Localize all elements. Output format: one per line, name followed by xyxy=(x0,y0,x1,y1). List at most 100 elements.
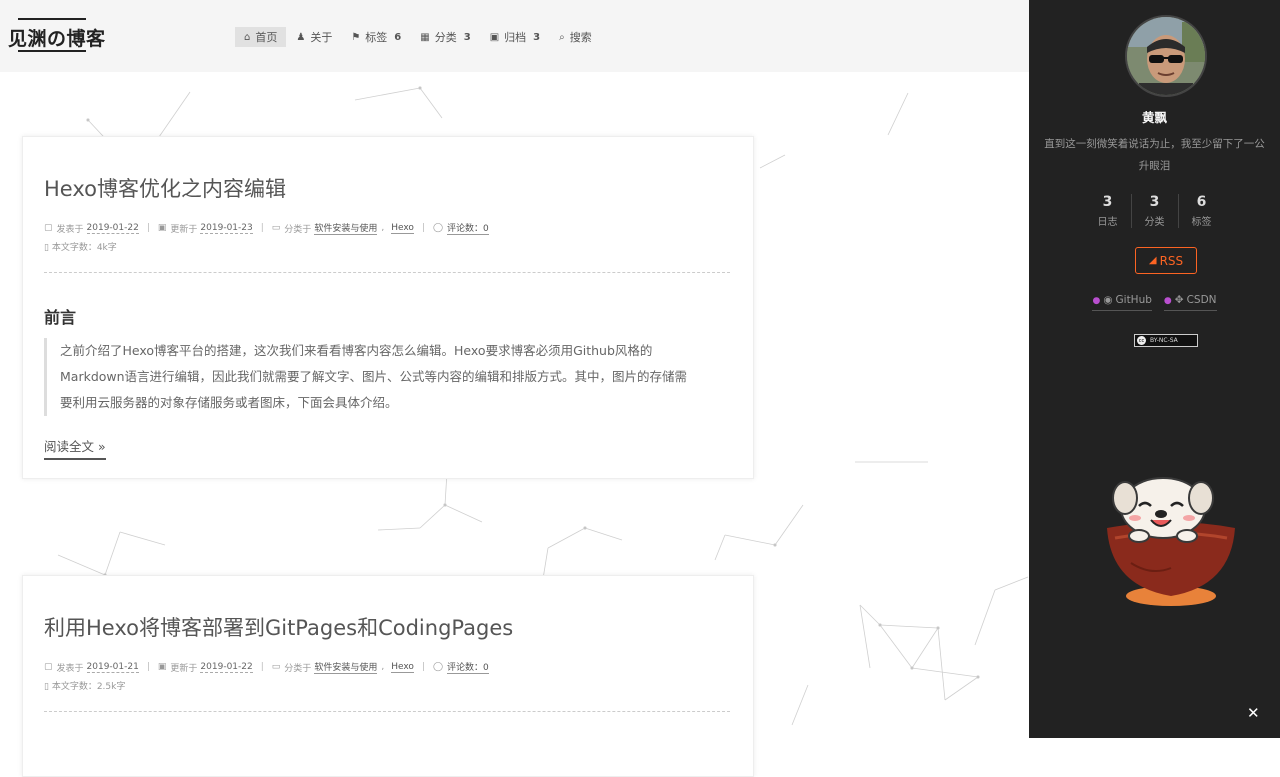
posted-label: 发表于 xyxy=(56,224,84,235)
author-name: 黄飘 xyxy=(1141,110,1167,125)
user-icon: ♟ xyxy=(296,31,306,43)
category-comma: , xyxy=(381,223,385,233)
post-card: 利用Hexo将博客部署到GitPages和CodingPages ▢ 发表于 2… xyxy=(22,575,754,777)
logo-line-bottom xyxy=(18,50,86,52)
updated-label: 更新于 xyxy=(170,224,198,235)
file-icon: ▯ xyxy=(44,682,49,692)
nav-archives-badge: 3 xyxy=(533,31,541,43)
comment-icon: ◯ xyxy=(432,662,444,672)
archive-icon: ▣ xyxy=(489,31,500,43)
link-dot: ● xyxy=(1092,296,1101,306)
site-header: 见渊の博客 ⌂ 首页 ♟ 关于 ⚑ 标签 6 ▦ 分类 3 ▣ 归档 3 ⌕ 搜… xyxy=(0,0,1029,72)
nav-tags[interactable]: ⚑ 标签 6 xyxy=(342,27,410,47)
avatar xyxy=(1125,15,1207,97)
comments-link[interactable]: 评论数：0 xyxy=(447,221,489,235)
nav-search-label: 搜索 xyxy=(569,31,592,44)
post-meta: ▢ 发表于 2019-01-22 | ▣ 更新于 2019-01-23 | ▭ … xyxy=(44,221,489,235)
github-label: GitHub xyxy=(1115,294,1152,306)
updated-date: 2019-01-23 xyxy=(200,222,253,234)
category-link[interactable]: 软件安装与使用 xyxy=(314,660,378,674)
meta-separator: | xyxy=(146,662,150,672)
read-more-button[interactable]: 阅读全文 » xyxy=(44,436,106,460)
meta-separator: | xyxy=(260,223,264,233)
meta-separator: | xyxy=(421,223,425,233)
category-link[interactable]: 软件安装与使用 xyxy=(314,221,378,235)
subcategory-link[interactable]: Hexo xyxy=(391,223,414,234)
meta-separator: | xyxy=(421,662,425,672)
close-icon[interactable]: ✕ xyxy=(1247,704,1260,722)
nav-search[interactable]: ⌕ 搜索 xyxy=(550,27,601,47)
stat-label: 标签 xyxy=(1191,217,1212,228)
tags-icon: ⚑ xyxy=(351,31,361,43)
nav-about-label: 关于 xyxy=(310,31,333,44)
comments-count: 0 xyxy=(483,663,489,673)
meta-separator: | xyxy=(146,223,150,233)
main-nav: ⌂ 首页 ♟ 关于 ⚑ 标签 6 ▦ 分类 3 ▣ 归档 3 ⌕ 搜索 xyxy=(235,27,602,47)
nav-categories-badge: 3 xyxy=(463,31,471,43)
nav-archives[interactable]: ▣ 归档 3 xyxy=(481,27,549,47)
description-line: 升眼泪 xyxy=(1138,160,1171,172)
post-title[interactable]: Hexo博客优化之内容编辑 xyxy=(44,173,286,203)
site-stats: 3 日志 3 分类 6 标签 xyxy=(1029,194,1280,228)
nav-tags-badge: 6 xyxy=(394,31,402,43)
stat-categories[interactable]: 3 分类 xyxy=(1130,194,1178,228)
github-link[interactable]: ● ◉ GitHub xyxy=(1092,294,1152,311)
word-count-text: 本文字数：4k字 xyxy=(51,243,117,253)
avatar-photo xyxy=(1127,17,1205,95)
comment-icon: ◯ xyxy=(432,223,444,233)
stat-count: 6 xyxy=(1196,194,1207,210)
subcategory-link[interactable]: Hexo xyxy=(391,662,414,673)
nav-tags-label: 标签 xyxy=(365,31,388,44)
updated-date: 2019-01-22 xyxy=(200,661,253,673)
nav-categories[interactable]: ▦ 分类 3 xyxy=(411,27,479,47)
stat-posts[interactable]: 3 日志 xyxy=(1085,194,1131,228)
search-icon: ⌕ xyxy=(559,31,565,43)
license-label: BY-NC-SA xyxy=(1150,337,1178,344)
nav-about[interactable]: ♟ 关于 xyxy=(287,27,341,47)
post-meta: ▢ 发表于 2019-01-21 | ▣ 更新于 2019-01-22 | ▭ … xyxy=(44,660,489,674)
stat-label: 日志 xyxy=(1097,217,1118,228)
comments-link[interactable]: 评论数：0 xyxy=(447,660,489,674)
nav-archives-label: 归档 xyxy=(504,31,527,44)
stat-count: 3 xyxy=(1102,194,1113,210)
license-badge[interactable]: cc BY-NC-SA xyxy=(1134,334,1198,347)
category-comma: , xyxy=(381,662,385,672)
word-count: ▯ 本文字数：4k字 xyxy=(44,240,117,253)
csdn-label: CSDN xyxy=(1186,294,1217,306)
posted-date: 2019-01-21 xyxy=(86,661,139,673)
word-count-text: 本文字数：2.5k字 xyxy=(51,682,126,692)
nav-home-label: 首页 xyxy=(255,31,278,44)
description-line: 直到这一刻微笑着说话为止，我至少留下了一公 xyxy=(1044,138,1265,150)
stat-tags[interactable]: 6 标签 xyxy=(1177,194,1225,228)
excerpt-line: Markdown语言进行编辑，因此我们就需要了解文字、图片、公式等内容的编辑和排… xyxy=(60,369,688,384)
calendar-check-icon: ▣ xyxy=(157,662,167,672)
link-dot: ● xyxy=(1163,296,1172,306)
rss-button[interactable]: ◢ RSS xyxy=(1135,247,1197,274)
rss-icon: ◢ xyxy=(1148,255,1157,266)
meta-separator: | xyxy=(260,662,264,672)
home-icon: ⌂ xyxy=(244,31,251,43)
post-title[interactable]: 利用Hexo将博客部署到GitPages和CodingPages xyxy=(44,612,513,642)
nav-home[interactable]: ⌂ 首页 xyxy=(235,27,287,47)
csdn-icon: ✥ xyxy=(1174,294,1184,306)
comments-label: 评论数： xyxy=(447,224,484,234)
excerpt-line: 要利用云服务器的对象存储服务或者图床，下面会具体介绍。 xyxy=(60,395,398,410)
section-heading: 前言 xyxy=(44,308,77,327)
calendar-icon: ▢ xyxy=(44,662,53,672)
sidebar: 黄飘 直到这一刻微笑着说话为止，我至少留下了一公 升眼泪 3 日志 3 分类 6… xyxy=(1029,0,1280,738)
dog-in-bowl-mascot xyxy=(1107,477,1235,606)
post-divider xyxy=(44,711,730,712)
grid-icon: ▦ xyxy=(420,31,430,43)
nav-categories-label: 分类 xyxy=(434,31,457,44)
site-logo[interactable]: 见渊の博客 xyxy=(8,24,106,51)
csdn-link[interactable]: ● ✥ CSDN xyxy=(1163,294,1217,311)
rss-label: RSS xyxy=(1159,253,1184,268)
folder-icon: ▭ xyxy=(271,662,281,672)
category-label: 分类于 xyxy=(284,663,312,674)
stat-count: 3 xyxy=(1149,194,1160,210)
category-label: 分类于 xyxy=(284,224,312,235)
cc-icon: cc xyxy=(1137,336,1146,345)
file-icon: ▯ xyxy=(44,243,49,253)
posted-date: 2019-01-22 xyxy=(86,222,139,234)
excerpt-line: 之前介绍了Hexo博客平台的搭建，这次我们来看看博客内容怎么编辑。Hexo要求博… xyxy=(60,343,653,358)
